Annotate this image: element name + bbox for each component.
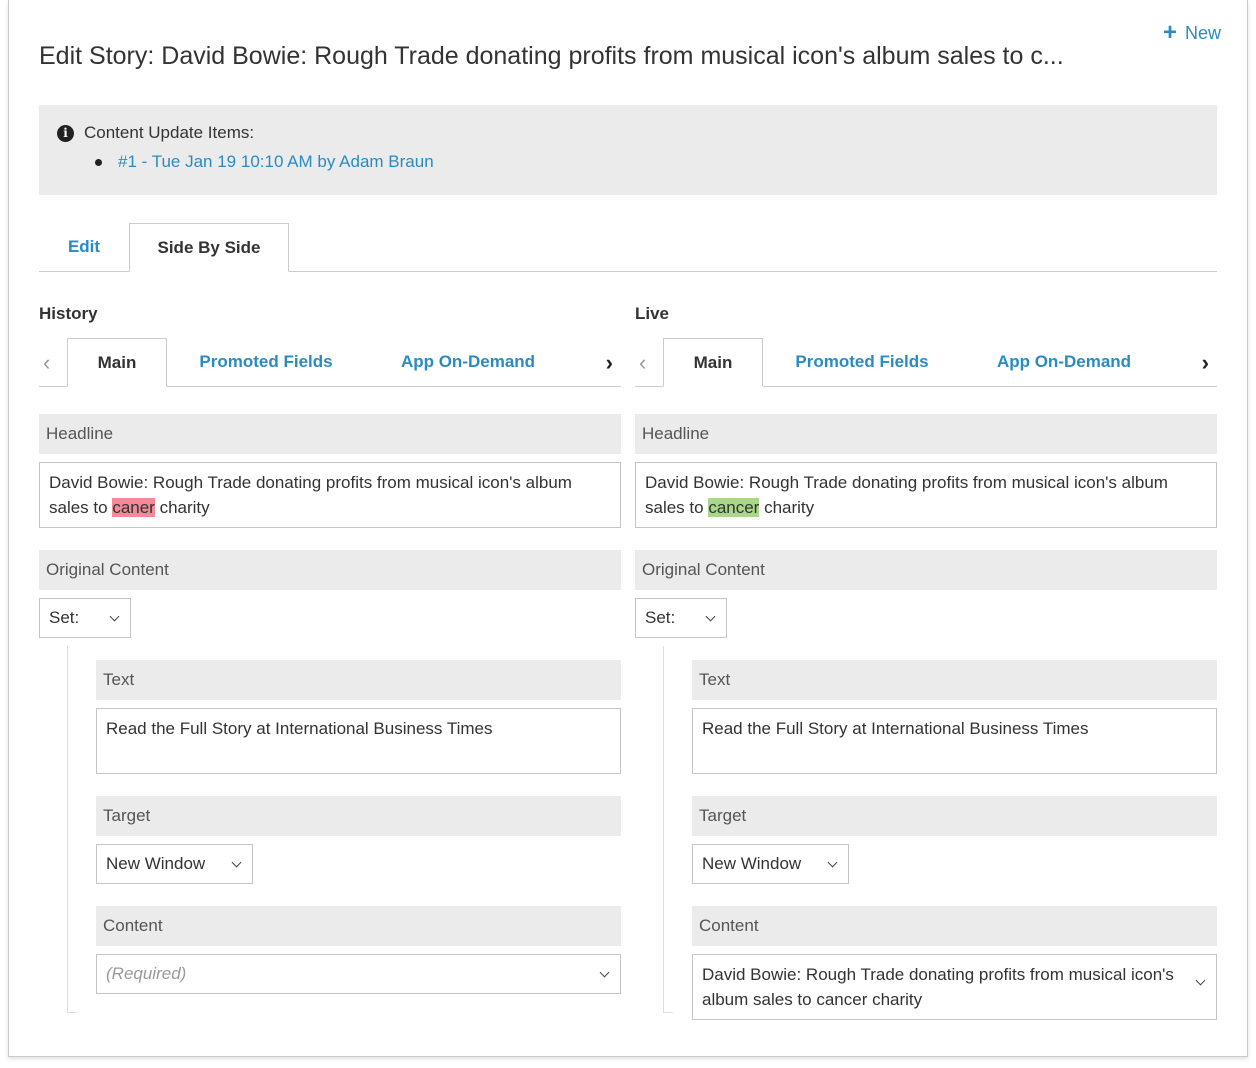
update-item-link[interactable]: #1 - Tue Jan 19 10:10 AM by Adam Braun [118, 152, 434, 172]
new-label: New [1184, 23, 1221, 43]
plus-icon: + [1162, 19, 1177, 46]
history-target-label: Target [96, 796, 621, 836]
live-content-select[interactable]: David Bowie: Rough Trade donating profit… [692, 954, 1217, 1020]
history-content-label: Content [96, 906, 621, 946]
chevron-down-icon [109, 611, 120, 622]
live-text-label: Text [692, 660, 1217, 700]
live-tab-main[interactable]: Main [663, 338, 763, 387]
live-headline-label: Headline [635, 414, 1217, 454]
history-headline-field[interactable]: David Bowie: Rough Trade donating profit… [39, 462, 621, 528]
live-tab-app-on-demand[interactable]: App On-Demand [981, 338, 1147, 386]
history-tab-app-on-demand[interactable]: App On-Demand [385, 338, 551, 386]
content-update-panel: i Content Update Items: #1 - Tue Jan 19 … [39, 105, 1217, 195]
nested-indent-line [663, 646, 673, 1013]
history-tab-promoted-fields[interactable]: Promoted Fields [185, 338, 347, 386]
chevron-down-icon [231, 857, 242, 868]
live-text-field[interactable]: Read the Full Story at International Bus… [692, 708, 1217, 774]
edit-story-panel: + New Edit Story: David Bowie: Rough Trad… [8, 0, 1248, 1057]
content-update-list: #1 - Tue Jan 19 10:10 AM by Adam Braun [95, 152, 434, 172]
page-title: Edit Story: David Bowie: Rough Trade don… [39, 42, 1064, 70]
chevron-left-icon[interactable]: ‹ [43, 350, 50, 376]
content-value: David Bowie: Rough Trade donating profit… [702, 965, 1174, 1009]
diff-added-text: cancer [708, 498, 760, 517]
live-headline-field[interactable]: David Bowie: Rough Trade donating profit… [635, 462, 1217, 528]
live-content-label: Content [692, 906, 1217, 946]
chevron-right-icon[interactable]: › [606, 350, 613, 376]
content-update-heading: Content Update Items: [84, 123, 255, 142]
target-value: New Window [106, 854, 206, 873]
nested-indent-line [67, 646, 77, 1013]
history-set-select[interactable]: Set: [39, 598, 131, 638]
history-text-field[interactable]: Read the Full Story at International Bus… [96, 708, 621, 774]
main-tabs: Edit Side By Side [39, 223, 1217, 272]
chevron-down-icon [599, 967, 610, 978]
live-target-label: Target [692, 796, 1217, 836]
headline-text-end: charity [759, 498, 815, 517]
history-content-select[interactable]: (Required) [96, 954, 621, 994]
live-subtabs: ‹ Main Promoted Fields App On-Demand › [635, 338, 1217, 387]
chevron-down-icon [1195, 975, 1206, 986]
history-headline-label: Headline [39, 414, 621, 454]
info-icon: i [57, 124, 74, 142]
headline-text-end: charity [154, 498, 210, 517]
chevron-down-icon [827, 857, 838, 868]
history-title: History [39, 304, 98, 323]
content-update-heading-row: i Content Update Items: [57, 123, 254, 143]
set-label: Set: [49, 608, 80, 627]
set-label: Set: [645, 608, 676, 627]
content-placeholder: (Required) [106, 964, 187, 983]
chevron-down-icon [705, 611, 716, 622]
tab-side-by-side[interactable]: Side By Side [129, 223, 289, 272]
tab-edit[interactable]: Edit [39, 223, 129, 271]
history-target-select[interactable]: New Window [96, 844, 253, 884]
chevron-right-icon[interactable]: › [1202, 350, 1209, 376]
history-subtabs: ‹ Main Promoted Fields App On-Demand › [39, 338, 621, 387]
list-item[interactable]: #1 - Tue Jan 19 10:10 AM by Adam Braun [95, 152, 434, 172]
history-text-label: Text [96, 660, 621, 700]
live-set-select[interactable]: Set: [635, 598, 727, 638]
chevron-left-icon[interactable]: ‹ [639, 350, 646, 376]
target-value: New Window [702, 854, 802, 873]
bullet-icon [95, 158, 102, 166]
new-button[interactable]: + New [1163, 18, 1221, 46]
history-tab-main[interactable]: Main [67, 338, 167, 387]
history-original-content-label: Original Content [39, 550, 621, 590]
live-title: Live [635, 304, 670, 323]
live-tab-promoted-fields[interactable]: Promoted Fields [781, 338, 943, 386]
live-original-content-label: Original Content [635, 550, 1217, 590]
live-target-select[interactable]: New Window [692, 844, 849, 884]
diff-removed-text: caner [112, 498, 155, 517]
